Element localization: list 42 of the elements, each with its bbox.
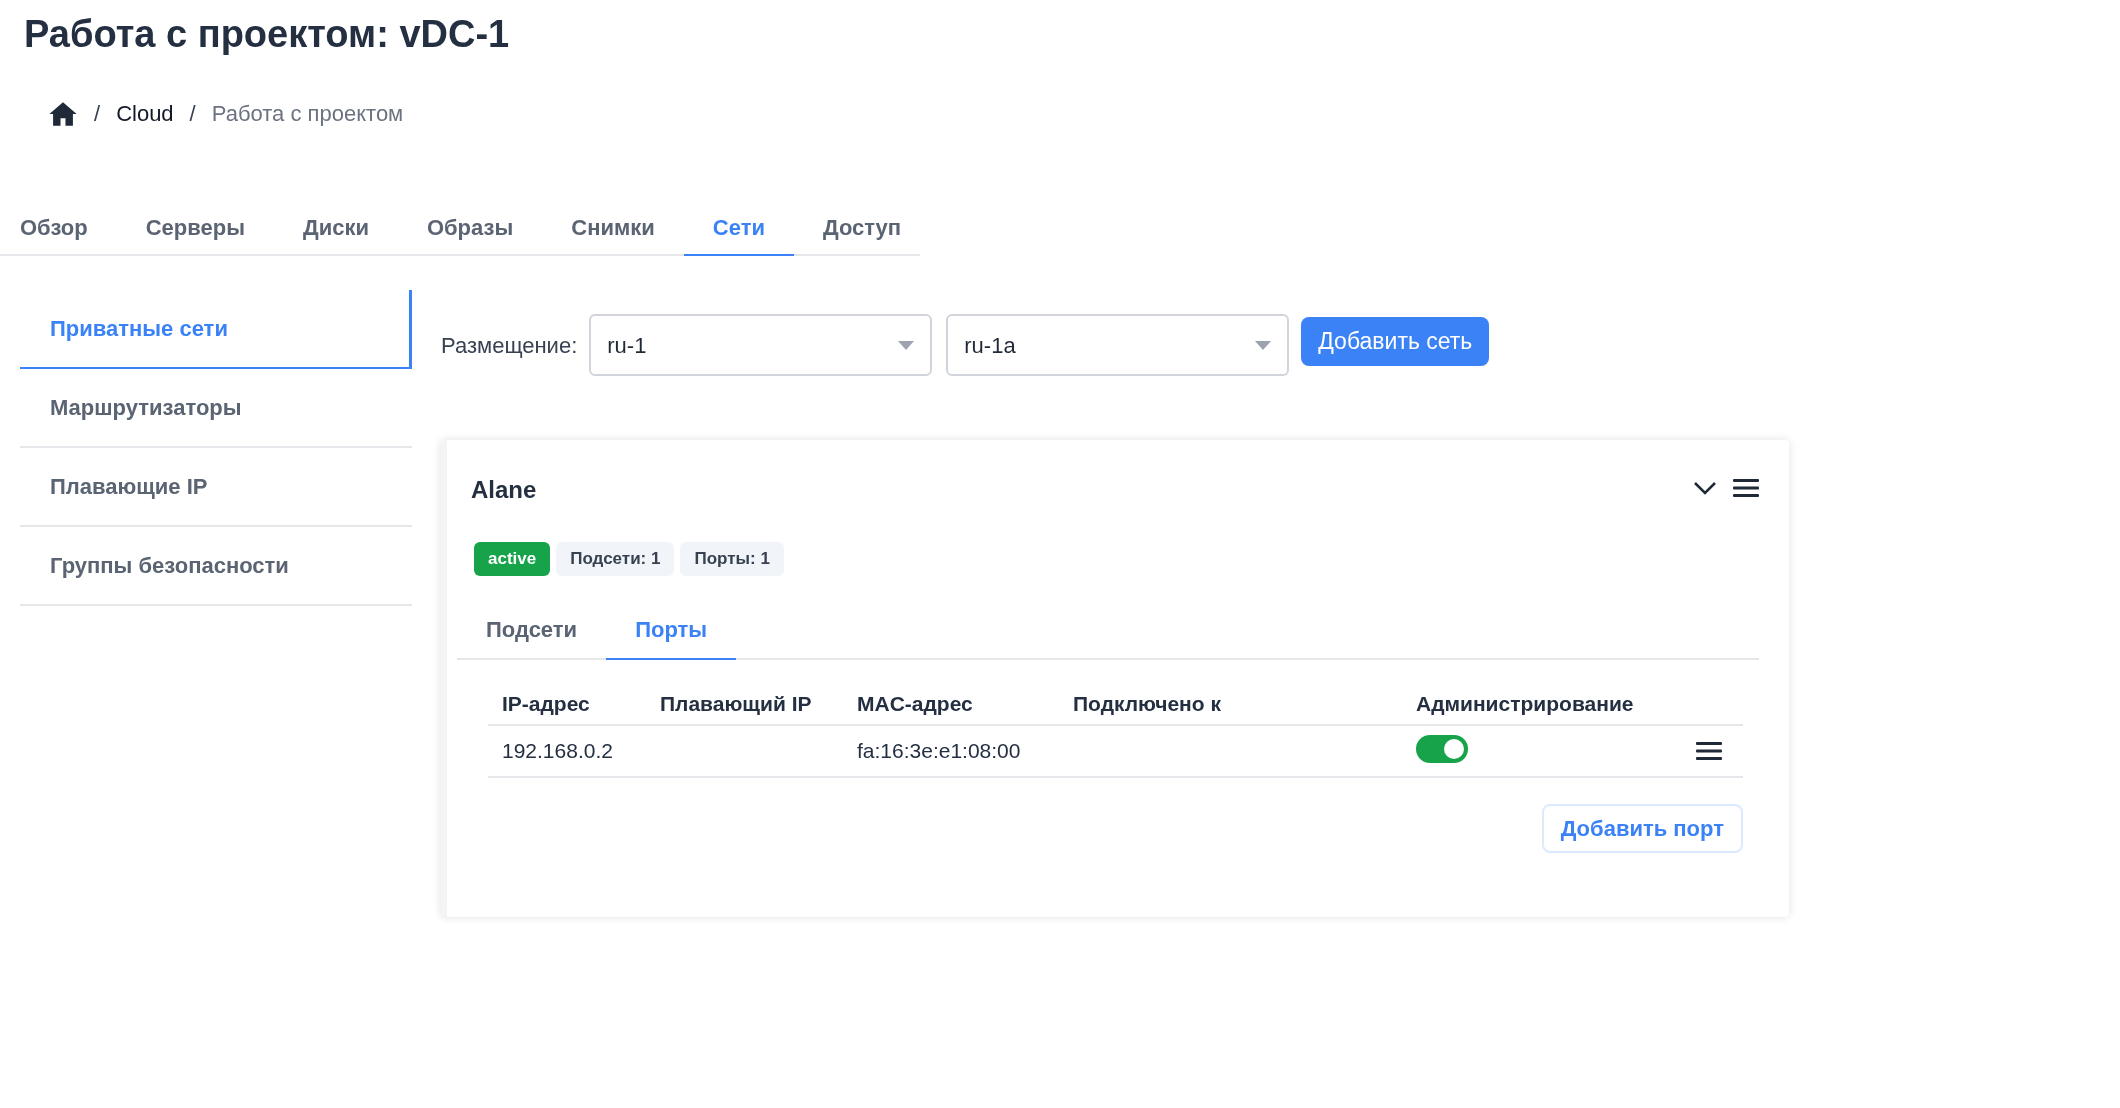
home-icon[interactable] bbox=[48, 100, 78, 127]
column-header: IP-адрес bbox=[502, 692, 590, 716]
add-port-button[interactable]: Добавить порт bbox=[1541, 804, 1743, 853]
page-title: Работа с проектом: vDC-1 bbox=[24, 12, 510, 57]
chevron-down-icon[interactable] bbox=[1693, 481, 1717, 495]
breadcrumb-separator: / bbox=[94, 100, 101, 128]
column-header: MAC-адрес bbox=[857, 692, 973, 716]
select-value: ru-1 bbox=[607, 331, 647, 360]
tab[interactable]: Снимки bbox=[542, 200, 684, 256]
table-cell: fa:16:3e:e1:08:00 bbox=[857, 739, 1021, 763]
status-badge: Порты: 1 bbox=[680, 542, 784, 576]
sidebar-item[interactable]: Маршрутизаторы bbox=[20, 369, 412, 448]
breadcrumb-link[interactable]: Cloud bbox=[116, 97, 174, 130]
network-name: Alane bbox=[471, 475, 537, 505]
tab[interactable]: Образы bbox=[397, 200, 543, 256]
column-header: Плавающий IP bbox=[660, 692, 812, 716]
tab[interactable]: Доступ bbox=[793, 200, 931, 256]
tab[interactable]: Обзор bbox=[0, 200, 117, 256]
tab[interactable]: Подсети bbox=[457, 600, 607, 660]
status-badge: Подсети: 1 bbox=[556, 542, 675, 576]
status-badge: active bbox=[474, 542, 551, 576]
tab[interactable]: Сети bbox=[683, 200, 794, 256]
breadcrumb-separator: / bbox=[189, 100, 196, 128]
sidebar-item[interactable]: Плавающие IP bbox=[20, 448, 412, 527]
tab[interactable]: Порты bbox=[606, 600, 737, 660]
sidebar-item[interactable]: Приватные сети bbox=[20, 290, 412, 369]
caret-icon bbox=[1255, 340, 1272, 350]
placement-label: Размещение: bbox=[441, 331, 578, 360]
tab[interactable]: Серверы bbox=[116, 200, 274, 256]
add-network-button[interactable]: Добавить сеть bbox=[1301, 316, 1490, 366]
sidebar-item[interactable]: Группы безопасности bbox=[20, 527, 412, 606]
select-value: ru-1a bbox=[964, 331, 1016, 360]
column-header: Подключено к bbox=[1073, 692, 1221, 716]
menu-icon[interactable] bbox=[1733, 478, 1759, 498]
region-select[interactable]: ru-1 bbox=[589, 314, 933, 376]
table-cell: 192.168.0.2 bbox=[502, 739, 613, 763]
admin-toggle[interactable] bbox=[1416, 734, 1468, 763]
column-header: Администрирование bbox=[1416, 692, 1634, 716]
tab[interactable]: Диски bbox=[273, 200, 398, 256]
row-menu-icon[interactable] bbox=[1696, 741, 1722, 761]
zone-select[interactable]: ru-1a bbox=[946, 314, 1290, 376]
caret-icon bbox=[898, 340, 915, 350]
